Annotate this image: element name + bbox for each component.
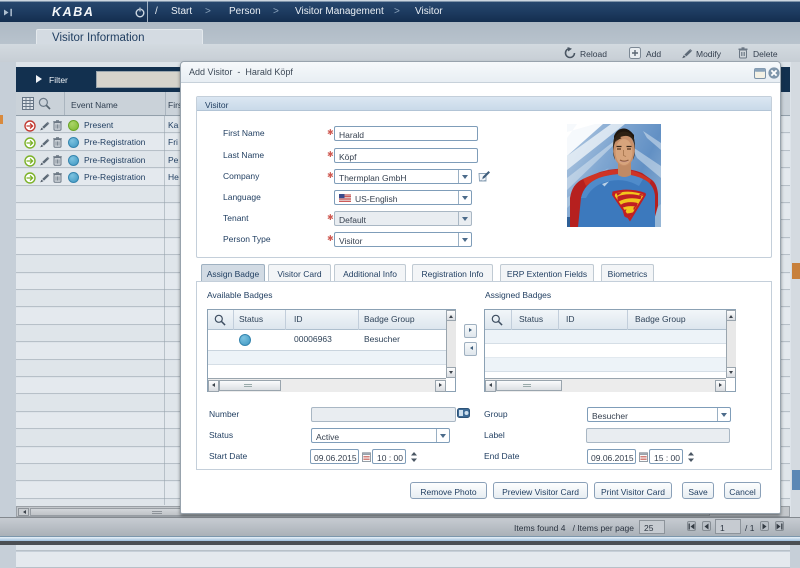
svg-text:KABA: KABA <box>52 5 95 18</box>
